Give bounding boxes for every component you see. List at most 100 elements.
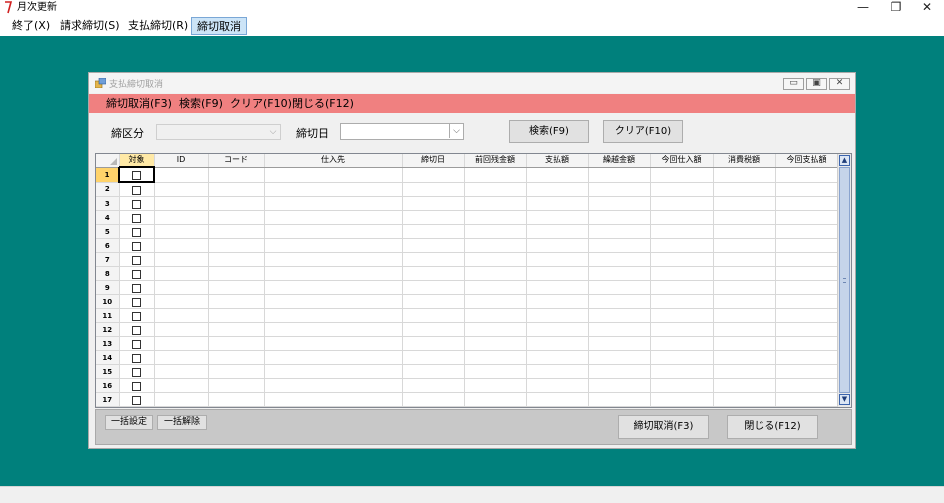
taisho-checkbox[interactable] [132, 354, 141, 363]
taisho-checkbox[interactable] [132, 256, 141, 265]
grid-cell[interactable] [208, 392, 265, 407]
grid-cell[interactable] [650, 182, 714, 197]
grid-cell[interactable] [208, 252, 265, 267]
grid-cell[interactable] [775, 167, 839, 183]
menu-payment-close[interactable]: 支払締切(R) [123, 17, 193, 35]
grid-cell[interactable] [264, 308, 403, 323]
grid-cell[interactable] [713, 378, 776, 393]
taisho-checkbox[interactable] [132, 396, 141, 405]
grid-cell[interactable] [650, 266, 714, 281]
grid-cell[interactable] [154, 167, 209, 183]
grid-cell[interactable] [154, 224, 209, 239]
grid-cell[interactable] [208, 308, 265, 323]
taisho-cell[interactable] [118, 166, 155, 183]
grid-cell[interactable] [713, 322, 776, 337]
menu-billing-close[interactable]: 請求締切(S) [55, 17, 125, 35]
taisho-checkbox[interactable] [132, 284, 141, 293]
grid-cell[interactable] [713, 210, 776, 225]
grid-cell[interactable] [650, 280, 714, 295]
menu-exit[interactable]: 終了(X) [7, 17, 55, 35]
grid-cell[interactable] [208, 238, 265, 253]
clear-button[interactable]: クリア(F10) [603, 120, 683, 143]
taisho-checkbox[interactable] [132, 270, 141, 279]
grid-cell[interactable] [464, 364, 527, 379]
grid-cell[interactable] [464, 196, 527, 211]
dialog-close-button[interactable]: ✕ [829, 78, 850, 90]
grid-cell[interactable] [526, 280, 589, 295]
col-header-taisho[interactable]: 対象 [119, 154, 155, 168]
grid-cell[interactable] [650, 210, 714, 225]
table-row[interactable]: 6 [96, 238, 839, 253]
grid-cell[interactable] [402, 167, 465, 183]
grid-cell[interactable] [402, 280, 465, 295]
grid-cell[interactable] [775, 238, 839, 253]
grid-cell[interactable] [588, 294, 651, 309]
grid-cell[interactable] [526, 378, 589, 393]
row-header[interactable]: 12 [96, 322, 120, 337]
grid-cell[interactable] [264, 224, 403, 239]
row-header[interactable]: 3 [96, 196, 120, 211]
grid-cell[interactable] [464, 238, 527, 253]
grid-cell[interactable] [526, 182, 589, 197]
dialog-menu-search[interactable]: 検索(F9) [179, 94, 223, 113]
grid-cell[interactable] [713, 224, 776, 239]
taisho-checkbox[interactable] [132, 171, 141, 180]
grid-cell[interactable] [526, 238, 589, 253]
grid-cell[interactable] [775, 308, 839, 323]
table-row[interactable]: 2 [96, 182, 839, 197]
grid-cell[interactable] [713, 238, 776, 253]
col-header-carryover[interactable]: 繰越金額 [588, 154, 651, 168]
grid-cell[interactable] [154, 182, 209, 197]
grid-cell[interactable] [464, 224, 527, 239]
grid-cell[interactable] [588, 182, 651, 197]
shime-date-picker[interactable]: ⌵ [340, 123, 464, 140]
grid-cell[interactable] [264, 378, 403, 393]
taisho-cell[interactable] [119, 350, 155, 365]
col-header-code[interactable]: コード [208, 154, 265, 168]
search-button[interactable]: 検索(F9) [509, 120, 589, 143]
grid-cell[interactable] [264, 350, 403, 365]
table-row[interactable]: 9 [96, 280, 839, 295]
grid-cell[interactable] [650, 167, 714, 183]
grid-cell[interactable] [402, 182, 465, 197]
grid-cell[interactable] [588, 210, 651, 225]
grid-cell[interactable] [208, 224, 265, 239]
taisho-cell[interactable] [119, 308, 155, 323]
grid-cell[interactable] [713, 308, 776, 323]
grid-cell[interactable] [208, 167, 265, 183]
grid-cell[interactable] [526, 364, 589, 379]
grid-cell[interactable] [526, 210, 589, 225]
col-header-this-payment[interactable]: 今回支払額 [775, 154, 839, 168]
grid-cell[interactable] [588, 392, 651, 407]
grid-cell[interactable] [650, 196, 714, 211]
taisho-cell[interactable] [119, 392, 155, 407]
table-row[interactable]: 12 [96, 322, 839, 337]
grid-cell[interactable] [264, 266, 403, 281]
grid-cell[interactable] [588, 378, 651, 393]
grid-cell[interactable] [713, 336, 776, 351]
grid-cell[interactable] [154, 252, 209, 267]
grid-cell[interactable] [713, 350, 776, 365]
grid-cell[interactable] [713, 182, 776, 197]
grid-cell[interactable] [464, 308, 527, 323]
grid-cell[interactable] [154, 364, 209, 379]
grid-cell[interactable] [775, 350, 839, 365]
grid-cell[interactable] [650, 224, 714, 239]
row-header[interactable]: 10 [96, 294, 120, 309]
grid-cell[interactable] [208, 322, 265, 337]
grid-cell[interactable] [526, 224, 589, 239]
grid-cell[interactable] [713, 167, 776, 183]
row-header[interactable]: 15 [96, 364, 120, 379]
grid-cell[interactable] [526, 336, 589, 351]
taisho-cell[interactable] [119, 196, 155, 211]
grid-cell[interactable] [264, 210, 403, 225]
table-row[interactable]: 13 [96, 336, 839, 351]
taisho-cell[interactable] [119, 252, 155, 267]
grid-cell[interactable] [588, 266, 651, 281]
taisho-checkbox[interactable] [132, 368, 141, 377]
grid-cell[interactable] [650, 294, 714, 309]
grid-cell[interactable] [650, 336, 714, 351]
table-row[interactable]: 7 [96, 252, 839, 267]
grid-cell[interactable] [154, 238, 209, 253]
taisho-cell[interactable] [119, 336, 155, 351]
